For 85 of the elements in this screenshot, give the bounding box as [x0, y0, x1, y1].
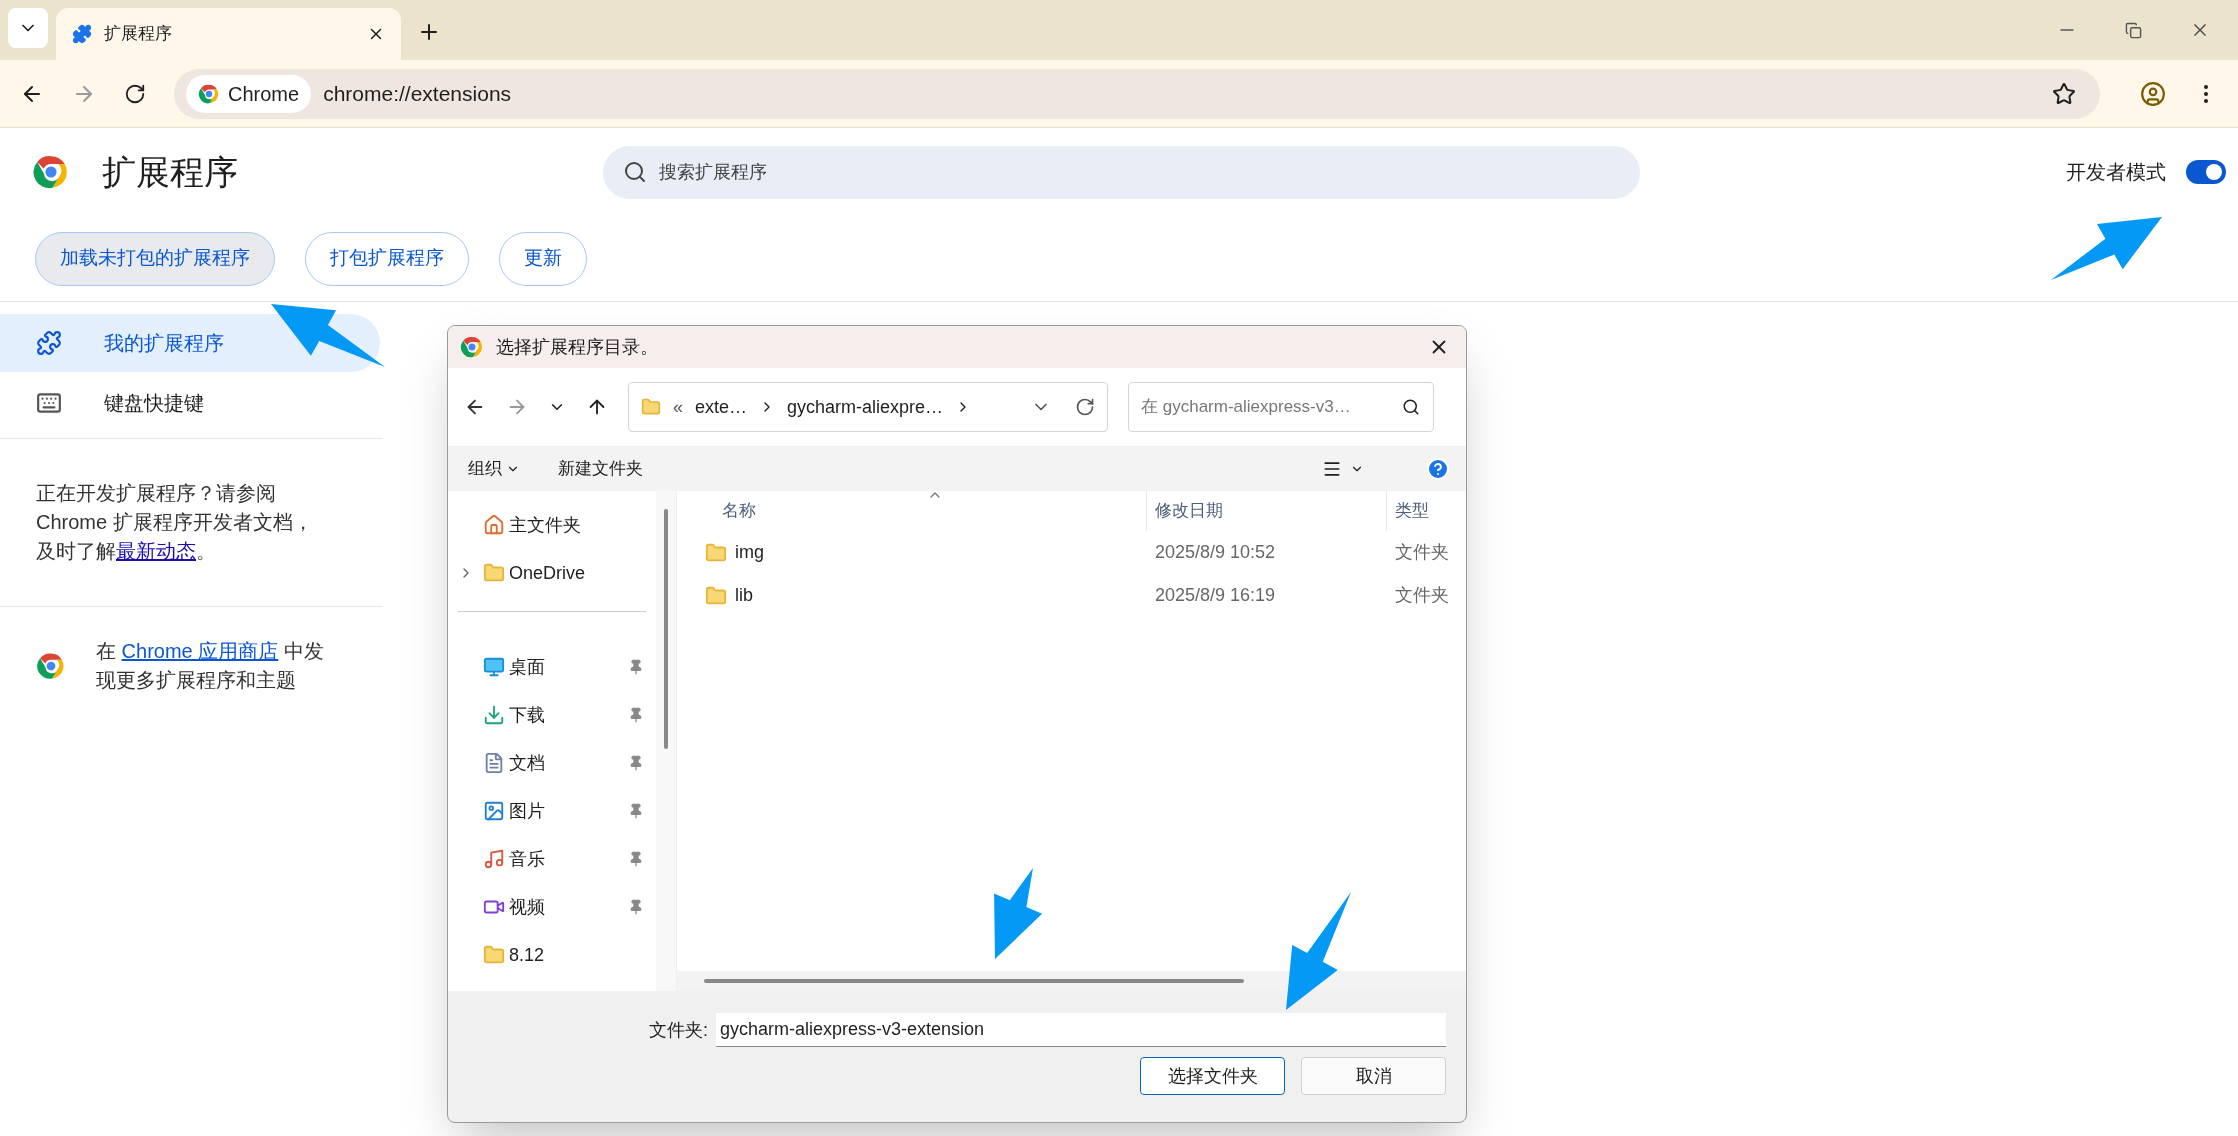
page-title: 扩展程序	[102, 151, 238, 193]
search-field[interactable]: 搜索扩展程序	[603, 145, 1640, 199]
modified-date: 2025/8/9 16:19	[1154, 584, 1277, 607]
document-icon	[483, 752, 505, 774]
action-button[interactable]: 加载未打包的扩展程序	[35, 231, 275, 286]
site-chip[interactable]: Chrome	[186, 74, 312, 113]
file-type: 文件夹	[1394, 584, 1450, 607]
dialog-title: 选择扩展程序目录。	[496, 335, 659, 359]
nav-item[interactable]: OneDrive	[448, 549, 656, 597]
column-header[interactable]: 名称	[677, 491, 1147, 531]
file-name: lib	[735, 584, 753, 607]
folder-label: 文件夹:	[649, 1018, 708, 1042]
home-icon	[483, 514, 505, 536]
browser-tab[interactable]: 扩展程序	[56, 8, 401, 60]
chrome-logo-icon	[32, 153, 70, 191]
nav-item[interactable]: 桌面	[448, 643, 656, 691]
monitor-icon	[483, 656, 505, 678]
music-icon	[483, 848, 505, 870]
file-name: img	[735, 541, 764, 564]
breadcrumb-segment[interactable]: exte…	[695, 393, 748, 421]
file-row[interactable]: img 2025/8/9 10:52 文件夹	[677, 531, 1466, 574]
pin-icon	[628, 851, 644, 867]
restore-icon[interactable]	[2125, 21, 2142, 39]
web-store-link[interactable]: Chrome 应用商店	[121, 640, 279, 662]
nav-item[interactable]: 下载	[448, 691, 656, 739]
toolbar-button[interactable]: 组织	[464, 455, 524, 482]
nav-item[interactable]: 音乐	[448, 835, 656, 883]
breadcrumb-overflow[interactable]: «	[673, 393, 683, 421]
address-bar[interactable]: Chrome chrome://extensions	[174, 68, 2100, 119]
search-icon	[623, 159, 647, 184]
sidebar-item[interactable]: 我的扩展程序	[0, 314, 380, 372]
puzzle-icon	[72, 24, 92, 44]
nav-item[interactable]: 图片	[448, 787, 656, 835]
nav-item[interactable]: 文档	[448, 739, 656, 787]
dialog-button[interactable]: 取消	[1301, 1057, 1446, 1095]
profile-icon[interactable]	[2140, 80, 2166, 107]
column-header[interactable]: 类型	[1387, 491, 1466, 531]
sidebar-item[interactable]: 键盘快捷键	[0, 374, 380, 432]
folder-search-field[interactable]: 在 gycharm-aliexpress-v3…	[1128, 382, 1434, 432]
developer-mode-toggle[interactable]	[2186, 160, 2226, 184]
folder-icon	[483, 944, 505, 966]
scrollbar[interactable]	[664, 509, 668, 749]
refresh-icon[interactable]	[1075, 397, 1095, 417]
breadcrumb-segment[interactable]: gycharm-aliexpre…	[787, 393, 944, 421]
pin-icon	[628, 899, 644, 915]
toolbar-button[interactable]: 新建文件夹	[554, 455, 647, 482]
file-row[interactable]: lib 2025/8/9 16:19 文件夹	[677, 574, 1466, 617]
action-button[interactable]: 更新	[499, 231, 587, 286]
chrome-logo-icon	[460, 335, 484, 359]
web-store-icon	[36, 651, 66, 681]
folder-icon	[705, 584, 727, 607]
reload-icon[interactable]	[124, 82, 146, 105]
scrollbar[interactable]	[704, 979, 1244, 983]
url-text: chrome://extensions	[323, 80, 513, 107]
search-icon	[1402, 398, 1420, 416]
nav-item[interactable]: 视频	[448, 883, 656, 931]
modified-date: 2025/8/9 10:52	[1154, 541, 1277, 564]
developer-note: 正在开发扩展程序？请参阅 Chrome 扩展程序开发者文档，及时了解最新动态。	[36, 481, 314, 564]
web-store-note: 在 Chrome 应用商店 中发现更多扩展程序和主题	[96, 639, 325, 693]
folder-icon	[641, 397, 661, 417]
picture-icon	[483, 800, 505, 822]
help-icon[interactable]	[1426, 456, 1450, 481]
puzzle-icon	[36, 330, 62, 356]
breadcrumb-bar[interactable]: « exte… gycharm-aliexpre…	[628, 382, 1108, 432]
bookmark-star-icon[interactable]	[2052, 81, 2076, 106]
pin-icon	[628, 707, 644, 723]
nav-item[interactable]: 8.12	[448, 931, 656, 979]
folder-icon	[705, 541, 727, 564]
developer-mode-label: 开发者模式	[2066, 160, 2166, 185]
site-chip-label: Chrome	[228, 81, 300, 107]
pin-icon	[628, 803, 644, 819]
chrome-logo-icon	[198, 82, 220, 105]
column-header[interactable]: 修改日期	[1147, 491, 1387, 531]
folder-icon	[483, 562, 505, 584]
action-button[interactable]: 打包扩展程序	[305, 231, 469, 286]
download-icon	[483, 704, 505, 726]
tab-title: 扩展程序	[104, 23, 173, 46]
latest-news-link[interactable]: 最新动态	[116, 540, 196, 562]
folder-name-field[interactable]: gycharm-aliexpress-v3-extension	[716, 1013, 1446, 1047]
keyboard-icon	[36, 390, 62, 416]
pin-icon	[628, 755, 644, 771]
pin-icon	[628, 659, 644, 675]
dialog-button[interactable]: 选择文件夹	[1140, 1057, 1285, 1095]
file-type: 文件夹	[1394, 541, 1450, 564]
nav-item[interactable]: 主文件夹	[448, 501, 656, 549]
